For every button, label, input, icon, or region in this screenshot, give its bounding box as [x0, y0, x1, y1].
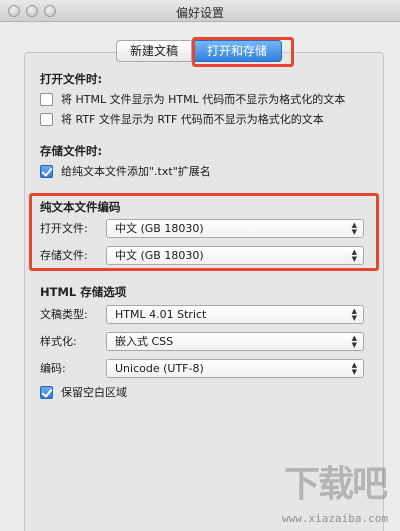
option-label: 给纯文本文件添加".txt"扩展名	[61, 165, 211, 178]
watermark-logo: 下载吧	[283, 464, 388, 505]
option-html-as-code[interactable]: 将 HTML 文件显示为 HTML 代码而不显示为格式化的文本	[40, 91, 345, 107]
open-section-title: 打开文件时:	[40, 72, 103, 86]
encoding-section-title: 纯文本文件编码	[40, 200, 121, 214]
select-arrows-icon: ▲ ▼	[351, 306, 357, 322]
style-label: 样式化:	[40, 335, 77, 348]
doctype-label: 文稿类型:	[40, 308, 88, 321]
window-title: 偏好设置	[175, 6, 224, 20]
select-value: HTML 4.01 Strict	[115, 307, 207, 321]
save-encoding-row: 存储文件: 中文 (GB 18030) ▲ ▼	[40, 245, 364, 265]
select-value: 嵌入式 CSS	[115, 334, 174, 348]
save-encoding-label: 存储文件:	[40, 249, 88, 262]
html-encoding-row: 编码: Unicode (UTF-8) ▲ ▼	[40, 358, 364, 378]
option-preserve-whitespace[interactable]: 保留空白区域	[40, 384, 127, 400]
checkbox-checked[interactable]	[40, 164, 53, 178]
style-select[interactable]: 嵌入式 CSS ▲ ▼	[106, 331, 364, 351]
open-encoding-row: 打开文件: 中文 (GB 18030) ▲ ▼	[40, 218, 364, 238]
option-add-txt-extension[interactable]: 给纯文本文件添加".txt"扩展名	[40, 163, 211, 179]
checkbox-checked[interactable]	[40, 385, 53, 399]
html-encoding-select[interactable]: Unicode (UTF-8) ▲ ▼	[106, 358, 364, 378]
html-section-title: HTML 存储选项	[40, 285, 127, 299]
save-encoding-select[interactable]: 中文 (GB 18030) ▲ ▼	[106, 245, 364, 265]
select-value: 中文 (GB 18030)	[115, 221, 204, 235]
select-arrows-icon: ▲ ▼	[351, 360, 357, 376]
select-value: Unicode (UTF-8)	[115, 361, 204, 375]
tab-new-document[interactable]: 新建文稿	[116, 40, 192, 62]
option-rtf-as-code[interactable]: 将 RTF 文件显示为 RTF 代码而不显示为格式化的文本	[40, 111, 324, 127]
open-encoding-select[interactable]: 中文 (GB 18030) ▲ ▼	[106, 218, 364, 238]
select-arrows-icon: ▲ ▼	[351, 247, 357, 263]
checkbox[interactable]	[40, 112, 53, 126]
option-label: 保留空白区域	[61, 386, 127, 399]
doctype-row: 文稿类型: HTML 4.01 Strict ▲ ▼	[40, 304, 364, 324]
select-value: 中文 (GB 18030)	[115, 248, 204, 262]
watermark-url: www.xiazaiba.com	[282, 512, 388, 525]
html-encoding-label: 编码:	[40, 362, 66, 375]
style-row: 样式化: 嵌入式 CSS ▲ ▼	[40, 331, 364, 351]
tab-highlight-annotation	[192, 37, 294, 67]
select-arrows-icon: ▲ ▼	[351, 220, 357, 236]
option-label: 将 HTML 文件显示为 HTML 代码而不显示为格式化的文本	[61, 93, 346, 106]
checkbox[interactable]	[40, 92, 53, 106]
open-encoding-label: 打开文件:	[40, 222, 88, 235]
doctype-select[interactable]: HTML 4.01 Strict ▲ ▼	[106, 304, 364, 324]
save-section-title: 存储文件时:	[40, 144, 103, 158]
title-bar: 偏好设置	[0, 0, 400, 22]
option-label: 将 RTF 文件显示为 RTF 代码而不显示为格式化的文本	[61, 113, 324, 126]
select-arrows-icon: ▲ ▼	[351, 333, 357, 349]
